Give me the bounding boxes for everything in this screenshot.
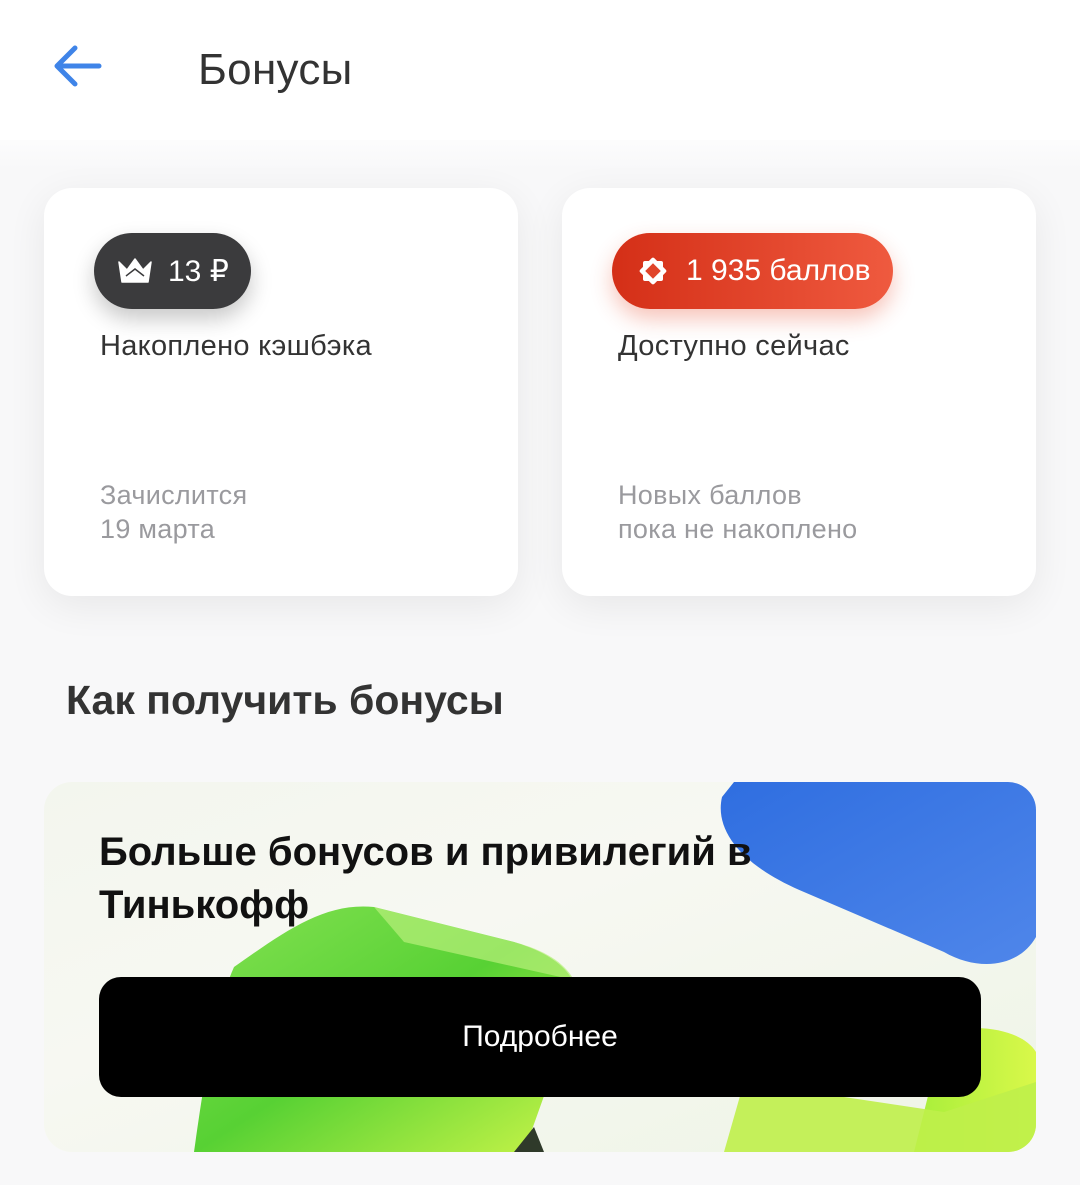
crown-icon xyxy=(116,252,154,290)
arrow-left-icon xyxy=(53,44,103,93)
more-details-button[interactable]: Подробнее xyxy=(99,977,981,1097)
cashback-card[interactable]: 13 ₽ Накоплено кэшбэка Зачислится 19 мар… xyxy=(44,188,518,596)
promo-banner[interactable]: Больше бонусов и привилегий в Тинькофф П… xyxy=(44,782,1036,1152)
page-title: Бонусы xyxy=(198,45,353,94)
cashback-credit-date: Зачислится 19 марта xyxy=(100,478,247,546)
points-label: Доступно сейчас xyxy=(618,330,850,362)
points-amount: 1 935 баллов xyxy=(686,254,871,287)
cashback-sub-line1: Зачислится xyxy=(100,480,248,510)
back-button[interactable] xyxy=(40,30,116,106)
points-sub-line2: пока не накоплено xyxy=(618,514,858,544)
star-badge-icon xyxy=(634,252,672,290)
top-app-bar: Бонусы xyxy=(0,0,1080,140)
points-card[interactable]: 1 935 баллов Доступно сейчас Новых балло… xyxy=(562,188,1036,596)
points-status: Новых баллов пока не накоплено xyxy=(618,478,857,546)
promo-title: Больше бонусов и привилегий в Тинькофф xyxy=(99,830,752,927)
cashback-amount-badge: 13 ₽ xyxy=(94,233,251,309)
cashback-amount: 13 ₽ xyxy=(168,254,229,288)
section-title: Как получить бонусы xyxy=(66,677,504,723)
cashback-sub-line2: 19 марта xyxy=(100,514,216,544)
bonuses-screen: Бонусы 13 ₽ Накоплено кэшбэка Зачислится… xyxy=(0,0,1080,1185)
points-sub-line1: Новых баллов xyxy=(618,480,802,510)
points-amount-badge: 1 935 баллов xyxy=(612,233,893,309)
cashback-label: Накоплено кэшбэка xyxy=(100,330,372,362)
